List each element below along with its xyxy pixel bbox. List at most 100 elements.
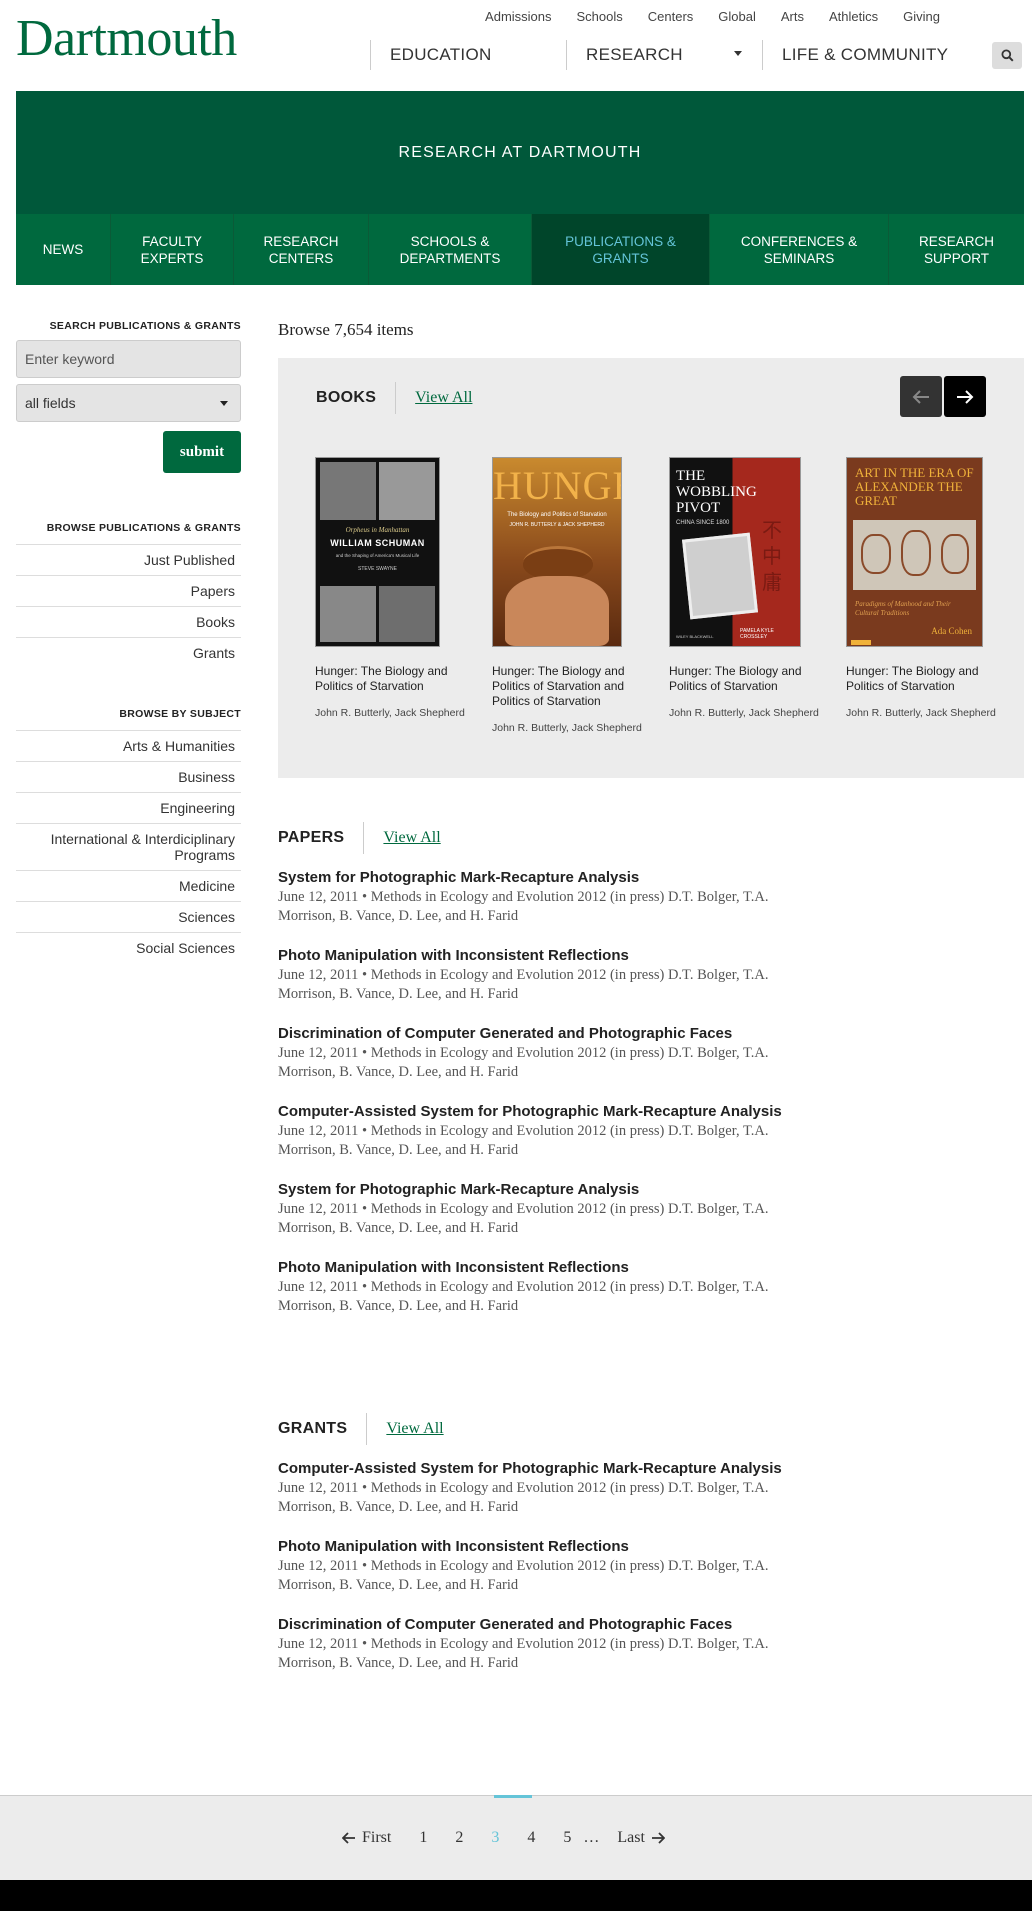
paper-title-link[interactable]: Discrimination of Computer Generated and… <box>278 1024 1024 1044</box>
paper-title-link[interactable]: System for Photographic Mark-Recapture A… <box>278 868 1024 888</box>
grants-list: Computer-Assisted System for Photographi… <box>278 1459 1024 1673</box>
cover-text: PAMELA KYLE CROSSLEY <box>740 628 774 640</box>
grants-view-all-link[interactable]: View All <box>386 1420 443 1438</box>
grants-header: GRANTS View All <box>278 1413 1024 1445</box>
subject-item-engineering[interactable]: Engineering <box>16 793 241 824</box>
search-icon <box>1001 49 1014 62</box>
field-select[interactable]: all fields <box>16 384 241 422</box>
util-link-athletics[interactable]: Athletics <box>829 9 878 24</box>
grant-title-link[interactable]: Discrimination of Computer Generated and… <box>278 1615 1024 1635</box>
util-link-giving[interactable]: Giving <box>903 9 940 24</box>
util-link-arts[interactable]: Arts <box>781 9 804 24</box>
first-page-link[interactable]: First <box>342 1829 391 1847</box>
arrow-right-icon <box>957 389 974 404</box>
browse-item-papers[interactable]: Papers <box>16 576 241 607</box>
util-link-global[interactable]: Global <box>718 9 756 24</box>
paper-title-link[interactable]: System for Photographic Mark-Recapture A… <box>278 1180 1024 1200</box>
book-card[interactable]: ART IN THE ERA OF ALEXANDER THE GREAT Pa… <box>846 457 996 719</box>
cover-text: CHINA SINCE 1800 <box>676 520 730 526</box>
utility-nav: Admissions Schools Centers Global Arts A… <box>460 9 940 24</box>
util-link-schools[interactable]: Schools <box>577 9 623 24</box>
tab-conferences-seminars[interactable]: CONFERENCES & SEMINARS <box>710 214 889 285</box>
carousel-arrows <box>900 376 986 417</box>
dartmouth-logo[interactable]: Dartmouth <box>16 10 237 68</box>
book-card[interactable]: HUNGER The Biology and Politics of Starv… <box>492 457 642 734</box>
book-title[interactable]: Hunger: The Biology and Politics of Star… <box>492 664 642 709</box>
grant-meta: June 12, 2011 • Methods in Ecology and E… <box>278 1636 769 1671</box>
list-item: Photo Manipulation with Inconsistent Ref… <box>278 1537 1024 1595</box>
subject-heading: BROWSE BY SUBJECT <box>119 708 241 720</box>
page-link-3-current[interactable]: 3 <box>491 1829 499 1847</box>
paper-meta: June 12, 2011 • Methods in Ecology and E… <box>278 967 769 1002</box>
list-item: Computer-Assisted System for Photographi… <box>278 1102 1024 1160</box>
subject-item-arts-humanities[interactable]: Arts & Humanities <box>16 731 241 762</box>
divider <box>363 822 365 854</box>
main-nav-label: EDUCATION <box>390 45 492 64</box>
chevron-down-icon <box>734 51 742 56</box>
carousel-next-button[interactable] <box>944 376 986 417</box>
grant-title-link[interactable]: Computer-Assisted System for Photographi… <box>278 1459 1024 1479</box>
list-item: System for Photographic Mark-Recapture A… <box>278 1180 1024 1238</box>
book-title[interactable]: Hunger: The Biology and Politics of Star… <box>669 664 819 694</box>
book-authors: John R. Butterly, Jack Shepherd <box>492 722 642 734</box>
browse-list: Just Published Papers Books Grants <box>16 544 241 668</box>
papers-list: System for Photographic Mark-Recapture A… <box>278 868 1024 1316</box>
book-cover-image: HUNGER The Biology and Politics of Starv… <box>492 457 622 647</box>
browse-item-books[interactable]: Books <box>16 607 241 638</box>
search-heading: SEARCH PUBLICATIONS & GRANTS <box>49 320 241 332</box>
main-nav-research[interactable]: RESEARCH <box>566 40 762 70</box>
util-link-centers[interactable]: Centers <box>648 9 694 24</box>
browse-item-grants[interactable]: Grants <box>16 638 241 668</box>
browse-count: Browse 7,654 items <box>278 320 414 339</box>
page-link-2[interactable]: 2 <box>455 1829 463 1847</box>
list-item: Computer-Assisted System for Photographi… <box>278 1459 1024 1517</box>
main-nav-education[interactable]: EDUCATION <box>370 40 566 70</box>
page-link-5[interactable]: 5 <box>563 1829 571 1847</box>
search-button[interactable] <box>992 42 1022 69</box>
main-content: Browse 7,654 items BOOKS View All Orpheu… <box>278 320 1024 1671</box>
book-authors: John R. Butterly, Jack Shepherd <box>315 707 465 719</box>
last-page-link[interactable]: Last <box>617 1829 665 1847</box>
book-cover-image: THE WOBBLING PIVOT CHINA SINCE 1800 不中庸 … <box>669 457 801 647</box>
papers-view-all-link[interactable]: View All <box>383 829 440 847</box>
subject-item-international[interactable]: International & Interdiciplinary Program… <box>16 824 241 871</box>
book-card[interactable]: THE WOBBLING PIVOT CHINA SINCE 1800 不中庸 … <box>669 457 819 719</box>
tab-research-centers[interactable]: RESEARCH CENTERS <box>234 214 369 285</box>
paper-title-link[interactable]: Computer-Assisted System for Photographi… <box>278 1102 1024 1122</box>
browse-item-just-published[interactable]: Just Published <box>16 545 241 576</box>
pagination-items: First 1 2 3 4 5 … Last <box>342 1829 693 1847</box>
tab-schools-departments[interactable]: SCHOOLS & DEPARTMENTS <box>369 214 532 285</box>
tab-research-support[interactable]: RESEARCH SUPPORT <box>889 214 1024 285</box>
arrow-left-icon <box>342 1832 355 1844</box>
chevron-down-icon <box>220 401 228 406</box>
submit-button[interactable]: submit <box>163 431 241 473</box>
books-view-all-link[interactable]: View All <box>415 389 472 407</box>
main-nav-life-community[interactable]: LIFE & COMMUNITY <box>762 40 962 70</box>
keyword-input[interactable] <box>16 340 241 378</box>
paper-meta: June 12, 2011 • Methods in Ecology and E… <box>278 1045 769 1080</box>
pagination-ellipsis: … <box>583 1829 600 1846</box>
grant-title-link[interactable]: Photo Manipulation with Inconsistent Ref… <box>278 1537 1024 1557</box>
util-link-admissions[interactable]: Admissions <box>485 9 551 24</box>
book-title[interactable]: Hunger: The Biology and Politics of Star… <box>315 664 465 694</box>
paper-title-link[interactable]: Photo Manipulation with Inconsistent Ref… <box>278 1258 1024 1278</box>
book-card[interactable]: Orpheus in Manhattan WILLIAM SCHUMAN and… <box>315 457 465 719</box>
subject-item-sciences[interactable]: Sciences <box>16 902 241 933</box>
page-link-1[interactable]: 1 <box>419 1829 427 1847</box>
footer-bar <box>0 1880 1032 1911</box>
book-title[interactable]: Hunger: The Biology and Politics of Star… <box>846 664 996 694</box>
tab-faculty-experts[interactable]: FACULTY EXPERTS <box>111 214 234 285</box>
tab-publications-grants[interactable]: PUBLICATIONS & GRANTS <box>532 214 710 285</box>
subject-item-business[interactable]: Business <box>16 762 241 793</box>
paper-title-link[interactable]: Photo Manipulation with Inconsistent Ref… <box>278 946 1024 966</box>
grants-heading: GRANTS <box>278 1420 348 1437</box>
tab-news[interactable]: NEWS <box>16 214 111 285</box>
papers-section: PAPERS View All System for Photographic … <box>278 822 1024 1316</box>
page-link-4[interactable]: 4 <box>527 1829 535 1847</box>
subject-item-social-sciences[interactable]: Social Sciences <box>16 933 241 963</box>
subject-item-medicine[interactable]: Medicine <box>16 871 241 902</box>
book-cover-image: Orpheus in Manhattan WILLIAM SCHUMAN and… <box>315 457 440 647</box>
cover-text: Paradigms of Manhood and Their Cultural … <box>855 600 951 617</box>
carousel-prev-button[interactable] <box>900 376 942 417</box>
list-item: System for Photographic Mark-Recapture A… <box>278 868 1024 926</box>
